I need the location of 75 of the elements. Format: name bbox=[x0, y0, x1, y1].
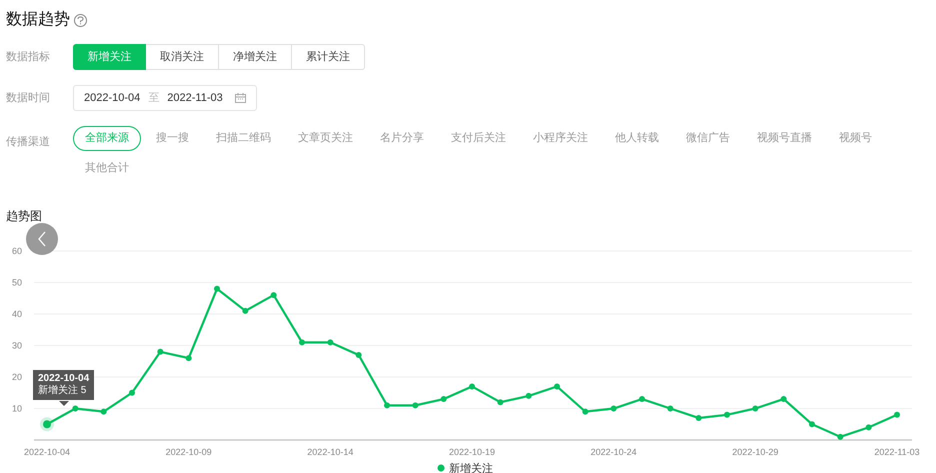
page-title: 数据趋势 bbox=[6, 10, 70, 30]
channel-filter[interactable]: 小程序关注 bbox=[521, 126, 600, 151]
axis-label: 20 bbox=[12, 372, 22, 382]
data-point bbox=[809, 421, 815, 428]
axis-label: 2022-10-24 bbox=[590, 447, 637, 457]
axis-label: 60 bbox=[12, 246, 22, 256]
channel-filter[interactable]: 他人转载 bbox=[603, 126, 671, 151]
data-point bbox=[497, 399, 504, 406]
data-point bbox=[412, 402, 418, 408]
channel-filter[interactable]: 文章页关注 bbox=[286, 126, 365, 151]
data-point bbox=[43, 420, 51, 428]
data-point bbox=[526, 392, 532, 399]
channel-filter[interactable]: 微信广告 bbox=[674, 126, 742, 151]
calendar-icon bbox=[234, 93, 246, 103]
channel-filter[interactable]: 支付后关注 bbox=[439, 126, 518, 151]
channel-filter[interactable]: 视频号直播 bbox=[745, 126, 824, 151]
data-point bbox=[639, 396, 645, 402]
chart-title: 趋势图 bbox=[6, 209, 43, 223]
field-label: 传播渠道 bbox=[6, 134, 51, 150]
data-point bbox=[186, 355, 192, 362]
metric-tab[interactable]: 取消关注 bbox=[146, 44, 219, 70]
data-point bbox=[384, 402, 390, 408]
channel-filter[interactable]: 全部来源 bbox=[73, 126, 141, 151]
data-point bbox=[554, 383, 560, 390]
field-label: 数据时间 bbox=[6, 90, 51, 106]
data-point bbox=[242, 308, 248, 314]
data-point bbox=[129, 390, 135, 396]
channel-filter[interactable]: 搜一搜 bbox=[144, 126, 201, 151]
data-point bbox=[696, 414, 702, 421]
axis-label: 40 bbox=[12, 309, 22, 319]
data-point bbox=[469, 383, 475, 390]
data-point bbox=[866, 424, 872, 430]
axis-label: 2022-10-29 bbox=[732, 447, 778, 457]
data-point bbox=[270, 292, 277, 298]
axis-label: 2022-10-19 bbox=[448, 447, 496, 457]
tooltip-date: 2022-10-04 bbox=[38, 373, 90, 384]
date-range-field[interactable]: 2022-10-04 至 2022-11-03 bbox=[73, 85, 257, 111]
metric-tab[interactable]: 新增关注 bbox=[73, 44, 146, 70]
data-point bbox=[214, 286, 220, 292]
date-value: 2022-10-04 bbox=[84, 90, 140, 106]
previous-button[interactable] bbox=[26, 223, 58, 255]
data-point bbox=[667, 406, 674, 412]
help-icon[interactable] bbox=[74, 14, 87, 26]
data-point bbox=[610, 406, 617, 412]
data-point bbox=[582, 408, 588, 415]
data-point bbox=[837, 434, 844, 440]
axis-label: 30 bbox=[12, 340, 22, 350]
data-point bbox=[356, 352, 362, 358]
date-value: 2022-11-03 bbox=[167, 90, 223, 106]
axis-label: 2022-10-09 bbox=[166, 447, 212, 457]
axis-label: 2022-11-03 bbox=[874, 447, 920, 457]
axis-label: 50 bbox=[12, 278, 22, 288]
data-point bbox=[724, 412, 730, 418]
data-point bbox=[780, 396, 787, 402]
metric-tab[interactable]: 累计关注 bbox=[292, 44, 365, 70]
channel-filter[interactable]: 名片分享 bbox=[368, 126, 436, 151]
axis-label: 2022-10-04 bbox=[24, 447, 70, 457]
field-label: 数据指标 bbox=[6, 50, 51, 65]
channel-filter[interactable]: 视频号 bbox=[827, 126, 884, 151]
data-point bbox=[440, 396, 447, 402]
metric-tab[interactable]: 净增关注 bbox=[219, 44, 292, 70]
range-separator: 至 bbox=[148, 90, 160, 106]
data-point bbox=[72, 406, 78, 412]
data-point bbox=[157, 348, 164, 355]
data-point bbox=[752, 406, 758, 412]
channel-filter[interactable]: 其他合计 bbox=[73, 156, 141, 181]
tooltip-value: 新增关注 5 bbox=[38, 385, 88, 397]
channel-filter[interactable]: 扫描二维码 bbox=[204, 126, 283, 151]
data-point bbox=[100, 408, 107, 415]
data-point bbox=[299, 339, 305, 346]
data-point bbox=[327, 339, 334, 346]
chevron-left-icon bbox=[37, 231, 47, 247]
axis-label: 10 bbox=[12, 404, 22, 414]
data-point bbox=[894, 412, 900, 418]
axis-label: 2022-10-14 bbox=[307, 447, 354, 457]
